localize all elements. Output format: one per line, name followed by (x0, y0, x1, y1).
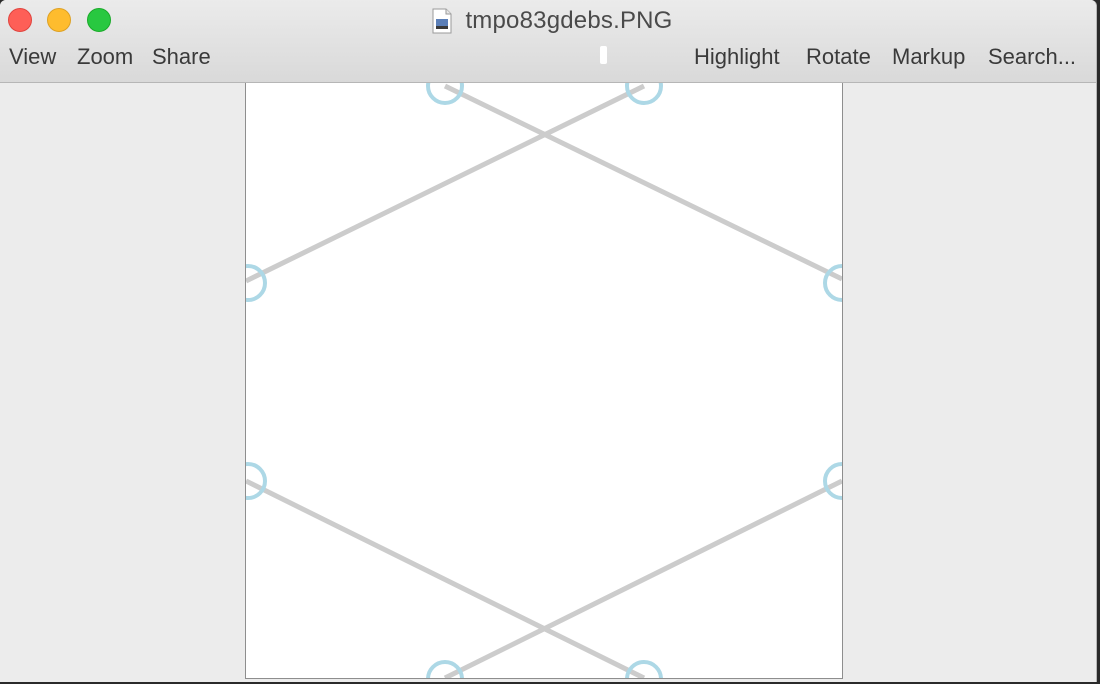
node-circle (246, 264, 267, 302)
toolbar-separator (600, 46, 607, 64)
image-canvas (245, 83, 843, 679)
line-top-right-to-left (246, 83, 646, 284)
preview-window: tmpo83gdebs.PNG View Zoom Share Highligh… (0, 0, 1097, 682)
rotate-button[interactable]: Rotate (806, 44, 871, 70)
view-menu-label: View (9, 44, 57, 69)
share-menu[interactable]: Share (152, 44, 211, 70)
line-bottom-right-to-left (443, 478, 842, 678)
markup-label: Markup (892, 44, 966, 69)
window-title: tmpo83gdebs.PNG (465, 7, 673, 34)
search-button[interactable]: Search... (988, 44, 1076, 70)
document-viewport[interactable] (0, 83, 1096, 682)
markup-button[interactable]: Markup (892, 44, 965, 70)
line-bottom-left-to-right (246, 478, 646, 678)
title-area: tmpo83gdebs.PNG (0, 6, 1096, 36)
zoom-menu-label: Zoom (77, 44, 134, 69)
highlight-label: Highlight (694, 44, 780, 69)
image-graphic (246, 83, 842, 678)
rotate-label: Rotate (806, 44, 871, 69)
search-label: Search... (988, 44, 1077, 69)
highlight-button[interactable]: Highlight (694, 44, 780, 70)
png-file-icon (431, 8, 453, 34)
zoom-menu[interactable]: Zoom (77, 44, 133, 70)
view-menu[interactable]: View (9, 44, 56, 70)
node-circle (823, 264, 842, 302)
line-top-left-to-right (443, 83, 842, 282)
titlebar: tmpo83gdebs.PNG View Zoom Share Highligh… (0, 0, 1096, 83)
share-menu-label: Share (152, 44, 211, 69)
